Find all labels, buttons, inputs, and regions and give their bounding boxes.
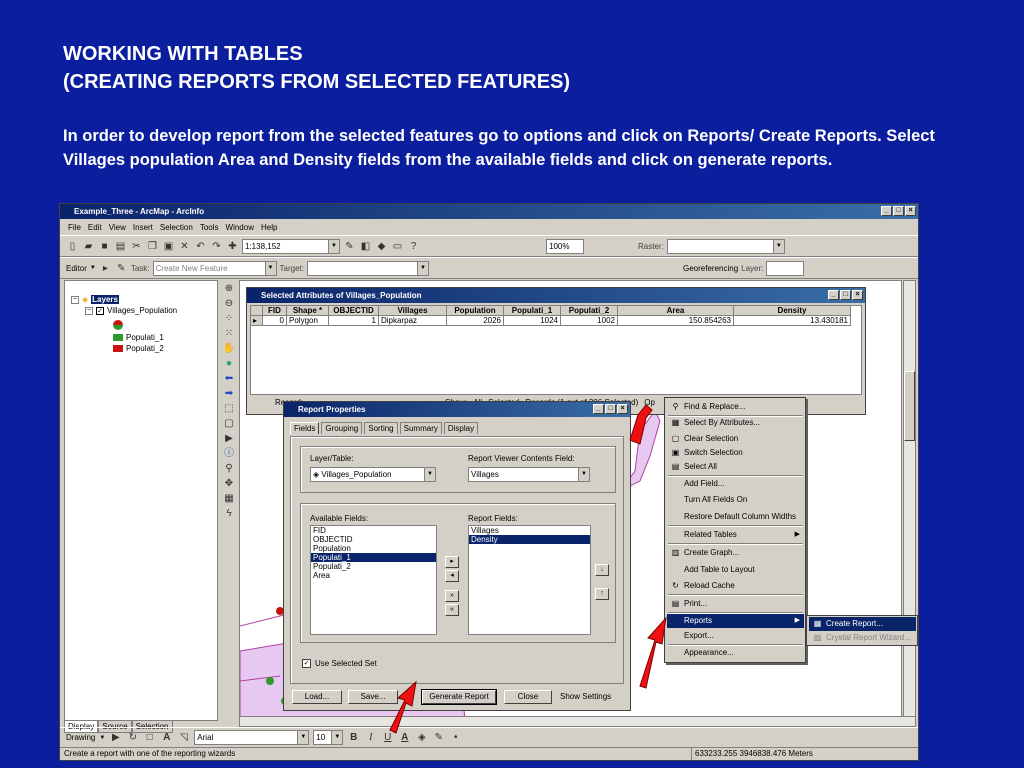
red-arrow-annotation bbox=[629, 404, 653, 445]
red-arrow-annotation bbox=[389, 680, 417, 734]
annotation-arrows bbox=[389, 404, 667, 734]
red-arrow-annotation bbox=[639, 616, 667, 689]
